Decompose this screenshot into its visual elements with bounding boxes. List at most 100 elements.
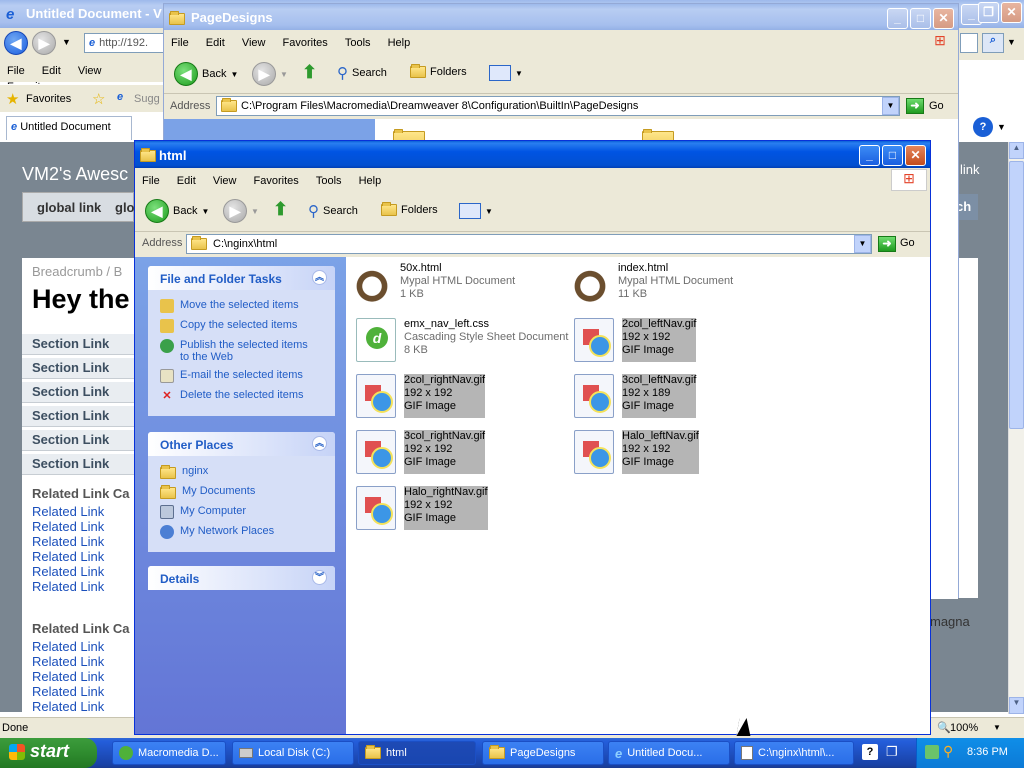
pagedesigns-maximize-button[interactable]: □	[910, 8, 931, 29]
restore-icon[interactable]: ❐	[886, 744, 902, 760]
pagedesigns-titlebar[interactable]: PageDesigns _ □ ✕	[164, 4, 958, 30]
pagedesigns-close-button[interactable]: ✕	[933, 8, 954, 29]
forward-dropdown-icon[interactable]: ▼	[280, 70, 288, 79]
ie-menu-file[interactable]: File	[0, 63, 32, 79]
related-link[interactable]: Related Link	[32, 549, 134, 564]
add-favorite-icon[interactable]: ☆	[92, 90, 105, 108]
taskbar-item-dreamweaver[interactable]: Macromedia D...	[112, 741, 226, 765]
expand-chevron-icon[interactable]: ︾	[312, 570, 327, 585]
taskbar-item-html[interactable]: html	[358, 741, 476, 765]
menu-favorites[interactable]: Favorites	[276, 35, 335, 51]
task-delete[interactable]: ✕ Delete the selected items	[160, 386, 335, 406]
breadcrumb[interactable]: Breadcrumb / B	[32, 264, 122, 279]
section-link[interactable]: Section Link	[22, 358, 134, 379]
help-icon[interactable]: ?	[862, 744, 878, 760]
menu-edit[interactable]: Edit	[199, 35, 232, 51]
ie-menu-edit[interactable]: Edit	[35, 63, 68, 79]
scroll-up-button[interactable]: ▲	[1009, 142, 1024, 159]
place-my-computer[interactable]: My Computer	[160, 502, 335, 522]
places-header[interactable]: Other Places ︽	[148, 432, 335, 456]
search-button[interactable]: ⚲ Search	[337, 64, 387, 82]
menu-tools[interactable]: Tools	[338, 35, 378, 51]
file-item[interactable]: emx_nav_left.cssCascading Style Sheet Do…	[356, 318, 568, 362]
task-email[interactable]: E-mail the selected items	[160, 366, 335, 386]
go-label[interactable]: Go	[929, 100, 944, 112]
search-tray-icon[interactable]: ⚲	[943, 743, 953, 760]
related-link[interactable]: Related Link	[32, 504, 134, 519]
ie-search-field[interactable]	[960, 33, 978, 53]
menu-file[interactable]: File	[164, 35, 196, 51]
collapse-chevron-icon[interactable]: ︽	[312, 270, 327, 285]
details-header[interactable]: Details ︾	[148, 566, 335, 590]
scroll-down-button[interactable]: ▼	[1009, 697, 1024, 714]
forward-button[interactable]: ▶ ▼	[252, 62, 288, 86]
right-link[interactable]: link	[960, 162, 980, 177]
task-publish[interactable]: Publish the selected items to the Web	[160, 336, 335, 366]
up-folder-button[interactable]: ⬆	[302, 62, 317, 83]
ie-address-field[interactable]: e http://192.	[84, 33, 164, 53]
place-nginx[interactable]: nginx	[160, 462, 335, 482]
pagedesigns-minimize-button[interactable]: _	[887, 8, 908, 29]
related-link[interactable]: Related Link	[32, 534, 134, 549]
ie-maximize-button[interactable]: ❐	[978, 2, 999, 23]
ie-close-button[interactable]: ✕	[1001, 2, 1022, 23]
taskbar-item-ie[interactable]: e Untitled Docu...	[608, 741, 730, 765]
address-field[interactable]: C:\Program Files\Macromedia\Dreamweaver …	[216, 96, 900, 116]
section-link[interactable]: Section Link	[22, 406, 134, 427]
ie-back-icon[interactable]: ◀	[4, 31, 28, 55]
back-dropdown-icon[interactable]: ▼	[230, 70, 238, 79]
scroll-thumb[interactable]	[1009, 161, 1024, 429]
related-link[interactable]: Related Link	[32, 699, 134, 713]
menu-edit[interactable]: Edit	[170, 173, 203, 189]
task-copy[interactable]: Copy the selected items	[160, 316, 335, 336]
ie-search-dropdown-icon[interactable]: ▼	[1007, 37, 1016, 47]
ie-tools-icon[interactable]: ?	[973, 117, 993, 137]
views-button[interactable]: ▼	[459, 203, 493, 219]
global-link-2[interactable]: glo	[115, 200, 135, 215]
menu-help[interactable]: Help	[381, 35, 418, 51]
forward-button[interactable]: ▶ ▼	[223, 199, 259, 223]
go-label[interactable]: Go	[900, 237, 915, 249]
file-item[interactable]: Halo_rightNav.gif 192 x 192 GIF Image	[356, 486, 488, 530]
file-item[interactable]: index.html Mypal HTML Document 11 KB	[570, 262, 733, 306]
address-dropdown-icon[interactable]: ▼	[854, 235, 871, 253]
menu-help[interactable]: Help	[352, 173, 389, 189]
global-link[interactable]: global link	[37, 200, 101, 215]
file-item[interactable]: 2col_leftNav.gif 192 x 192 GIF Image	[574, 318, 697, 362]
ie-tab[interactable]: e Untitled Document	[6, 116, 132, 140]
related-link[interactable]: Related Link	[32, 669, 134, 684]
ie-dropdown-icon[interactable]: ▼	[62, 37, 71, 47]
html-titlebar[interactable]: html _ □ ✕	[135, 141, 930, 168]
network-tray-icon[interactable]	[925, 745, 939, 759]
menu-tools[interactable]: Tools	[309, 173, 349, 189]
file-item[interactable]: 50x.html Mypal HTML Document 1 KB	[352, 262, 515, 306]
ie-tools-dropdown-icon[interactable]: ▼	[997, 122, 1006, 132]
folders-button[interactable]: Folders	[381, 202, 438, 216]
collapse-chevron-icon[interactable]: ︽	[312, 436, 327, 451]
ie-search-icon[interactable]: ⌕	[982, 33, 1004, 53]
tasks-header[interactable]: File and Folder Tasks ︽	[148, 266, 335, 290]
place-network[interactable]: My Network Places	[160, 522, 335, 542]
start-button[interactable]: start	[0, 738, 97, 768]
related-link[interactable]: Related Link	[32, 519, 134, 534]
back-button[interactable]: ◀ Back ▼	[145, 199, 209, 223]
ie-favorites-button[interactable]: Favorites	[26, 93, 71, 105]
place-my-documents[interactable]: My Documents	[160, 482, 335, 502]
folders-button[interactable]: Folders	[410, 64, 467, 78]
address-dropdown-icon[interactable]: ▼	[882, 97, 899, 115]
back-dropdown-icon[interactable]: ▼	[201, 207, 209, 216]
forward-dropdown-icon[interactable]: ▼	[251, 207, 259, 216]
section-link[interactable]: Section Link	[22, 334, 134, 355]
menu-view[interactable]: View	[235, 35, 273, 51]
search-button[interactable]: ⚲ Search	[308, 202, 358, 220]
related-link[interactable]: Related Link	[32, 579, 134, 594]
related-link[interactable]: Related Link	[32, 684, 134, 699]
related-link[interactable]: Related Link	[32, 654, 134, 669]
menu-file[interactable]: File	[135, 173, 167, 189]
taskbar-item-notepad[interactable]: C:\nginx\html\...	[734, 741, 854, 765]
up-folder-button[interactable]: ⬆	[273, 199, 288, 220]
html-maximize-button[interactable]: □	[882, 145, 903, 166]
section-link[interactable]: Section Link	[22, 430, 134, 451]
section-link[interactable]: Section Link	[22, 454, 134, 475]
file-item[interactable]: 2col_rightNav.gif 192 x 192 GIF Image	[356, 374, 486, 418]
